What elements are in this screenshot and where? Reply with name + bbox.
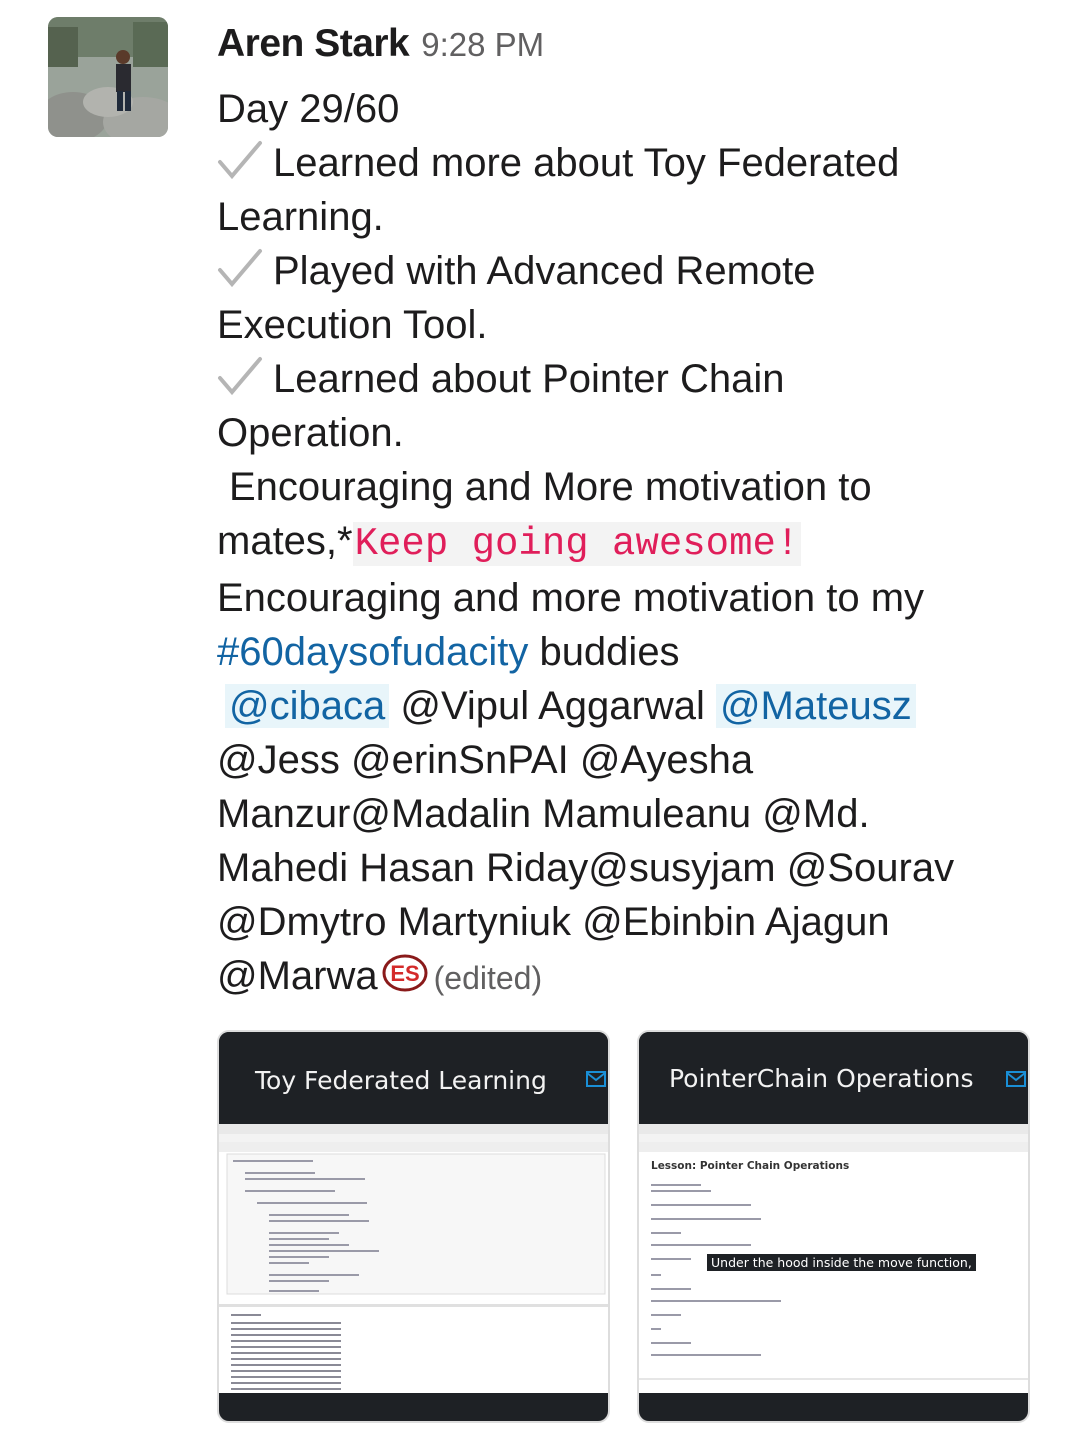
mention-cibaca[interactable]: @cibaca <box>225 684 390 728</box>
envelope-icon[interactable] <box>1006 1070 1026 1088</box>
message-line: @cibaca @Vipul Aggarwal @Mateusz <box>217 679 1047 733</box>
attachment-title[interactable]: Toy Federated Learning <box>255 1066 547 1095</box>
inline-code: Keep going awesome! <box>352 522 802 566</box>
message-line: Mahedi Hasan Riday@susyjam @Sourav <box>217 846 955 890</box>
attachments: Toy Federated Learning PointerChain Oper… <box>217 1030 1030 1423</box>
attachment-preview[interactable]: Lesson: Pointer Chain Operations Under t… <box>639 1124 1028 1421</box>
attachment-header: Toy Federated Learning <box>219 1032 608 1124</box>
hashtag-link[interactable]: #60daysofudacity <box>217 630 528 674</box>
avatar-photo <box>48 17 168 137</box>
check-mark-icon <box>218 357 262 396</box>
message-line: Execution Tool. <box>217 303 488 347</box>
message-line: Played with Advanced Remote <box>217 244 1047 298</box>
message-line: Learned about Pointer Chain <box>217 352 1047 406</box>
message-header: Aren Stark 9:28 PM <box>217 22 1047 74</box>
message-line: @Marwa ES (edited) <box>217 954 543 998</box>
check-mark-icon <box>218 141 262 180</box>
notebook-screenshot <box>219 1124 608 1421</box>
message-line: Encouraging and more motivation to my <box>217 576 925 620</box>
check-mark-icon <box>218 249 262 288</box>
avatar[interactable] <box>48 17 168 137</box>
timestamp[interactable]: 9:28 PM <box>421 26 544 64</box>
message-line: #60daysofudacity buddies <box>217 630 680 674</box>
message-line: Operation. <box>217 411 404 455</box>
attachment-footer <box>639 1393 1028 1421</box>
message-line: @Dmytro Martyniuk @Ebinbin Ajagun <box>217 900 890 944</box>
message-line: Day 29/60 <box>217 87 400 131</box>
message-body: Day 29/60 Learned more about Toy Federat… <box>217 82 1047 1005</box>
message-line: Learning. <box>217 195 384 239</box>
message-line: mates,*Keep going awesome! <box>217 519 802 566</box>
mention-mateusz[interactable]: @Mateusz <box>715 684 916 728</box>
attachment-card[interactable]: Toy Federated Learning <box>217 1030 610 1423</box>
attachment-footer <box>219 1393 608 1421</box>
svg-text:ES: ES <box>390 961 419 986</box>
video-caption: Under the hood inside the move function, <box>707 1254 976 1271</box>
attachment-header: PointerChain Operations <box>639 1032 1028 1124</box>
attachment-preview[interactable] <box>219 1124 608 1421</box>
es-emoji-icon: ES <box>382 954 428 992</box>
mention-vipul[interactable]: @Vipul Aggarwal <box>389 684 716 728</box>
attachment-card[interactable]: PointerChain Operations Lesson: Pointer … <box>637 1030 1030 1423</box>
author-name[interactable]: Aren Stark <box>217 22 410 66</box>
message-line: Manzur@Madalin Mamuleanu @Md. <box>217 792 870 836</box>
attachment-title[interactable]: PointerChain Operations <box>669 1064 974 1093</box>
edited-label: (edited) <box>433 960 543 996</box>
lesson-heading: Lesson: Pointer Chain Operations <box>651 1160 850 1172</box>
message-line: Encouraging and More motivation to <box>229 465 872 509</box>
message-line: @Jess @erinSnPAI @Ayesha <box>217 738 754 782</box>
message: Aren Stark 9:28 PM Day 29/60 Learned mor… <box>217 22 1047 1005</box>
message-line: Learned more about Toy Federated <box>217 136 1047 190</box>
envelope-icon[interactable] <box>586 1070 606 1088</box>
